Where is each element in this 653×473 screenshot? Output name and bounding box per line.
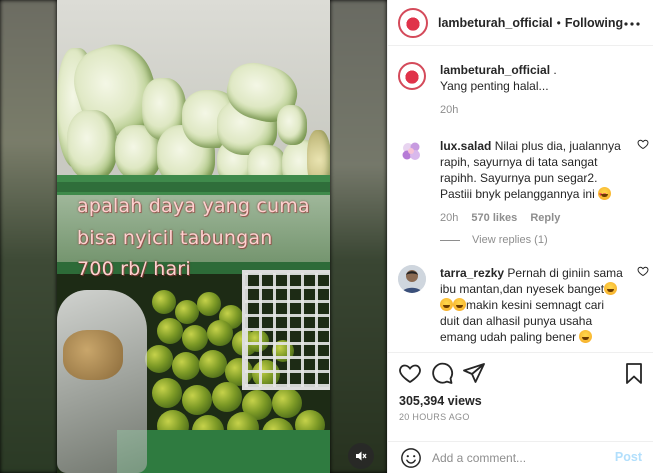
view-replies-label: View replies (1): [472, 234, 548, 246]
orange: [207, 320, 233, 346]
post-timestamp[interactable]: 20 HOURS AGO: [399, 412, 470, 422]
following-button[interactable]: Following: [565, 16, 623, 30]
blurred-background-left: [0, 0, 57, 473]
caption-text-line2: Yang penting halal...: [440, 79, 549, 93]
comments-list[interactable]: lambeturah_official . Yang penting halal…: [388, 46, 653, 352]
orange: [152, 378, 182, 408]
header-separator: •: [556, 15, 561, 30]
view-replies-button[interactable]: View replies (1): [440, 234, 548, 246]
orange: [182, 325, 208, 351]
orange: [152, 290, 176, 314]
caption-meta: 20h: [440, 102, 626, 118]
comment-likes[interactable]: 570 likes: [471, 212, 517, 224]
emoji-picker-icon[interactable]: [400, 447, 422, 469]
header-username[interactable]: lambeturah_official: [438, 16, 553, 30]
video-frame[interactable]: apalah daya yang cuma bisa nyicil tabung…: [57, 0, 330, 473]
share-icon[interactable]: [462, 361, 486, 385]
tarra-rezky-avatar-icon: [398, 265, 426, 293]
orange: [272, 388, 302, 418]
grinning-sweat-emoji-icon: [604, 282, 618, 295]
post-button[interactable]: Post: [615, 450, 642, 464]
lips-logo-icon: [402, 11, 424, 34]
video-caption-line-3: 700 rb/ hari: [77, 258, 191, 280]
orange: [182, 385, 212, 415]
comment-like-heart-icon[interactable]: [637, 265, 649, 277]
avatar[interactable]: [398, 7, 428, 38]
view-count[interactable]: 305,394 views: [399, 394, 482, 408]
plastic-crate: [242, 270, 330, 390]
cabbage: [277, 105, 307, 145]
blurred-background-right: [330, 0, 387, 473]
bookmark-icon[interactable]: [622, 361, 646, 385]
caption-body: lambeturah_official . Yang penting halal…: [440, 62, 626, 118]
lux-salad-avatar-icon: [402, 142, 420, 160]
lips-logo-icon: [401, 65, 423, 87]
comment-time[interactable]: 20h: [440, 212, 458, 224]
comment-meta: 20h 570 likes Reply: [440, 210, 626, 226]
orange: [197, 292, 221, 316]
orange: [172, 352, 200, 380]
reply-button[interactable]: Reply: [530, 212, 560, 224]
comment-like-heart-icon[interactable]: [637, 138, 649, 150]
avatar[interactable]: [398, 265, 426, 293]
caption-username[interactable]: lambeturah_official: [440, 63, 550, 77]
view-replies-divider: [440, 239, 460, 241]
grinning-sweat-emoji-icon: [453, 298, 466, 311]
speaker-muted-icon: [356, 451, 367, 461]
more-horizontal-icon[interactable]: [624, 14, 640, 26]
avatar[interactable]: [398, 138, 426, 166]
avatar[interactable]: [398, 62, 426, 90]
heart-icon[interactable]: [398, 361, 422, 385]
post-header: lambeturah_official • Following: [388, 0, 653, 46]
orange: [199, 350, 227, 378]
heart-eyes-emoji-icon: [598, 187, 612, 203]
plastic-bag: [57, 290, 147, 473]
video-caption-line-2: bisa nyicil tabungan: [77, 227, 273, 249]
shelf-bottom: [117, 430, 330, 473]
ginger: [63, 330, 123, 380]
comment-icon[interactable]: [430, 361, 454, 385]
comment-username[interactable]: lux.salad: [440, 139, 491, 153]
grinning-sweat-emoji-icon: [440, 298, 453, 311]
comment-body: lux.salad Nilai plus dia, jualannya rapi…: [440, 138, 626, 226]
orange: [157, 318, 183, 344]
shelf-edge: [57, 182, 330, 192]
post-media[interactable]: apalah daya yang cuma bisa nyicil tabung…: [0, 0, 387, 473]
caption-time[interactable]: 20h: [440, 104, 458, 116]
mute-button[interactable]: [348, 443, 374, 469]
comment-body: tarra_rezky Pernah di giniin sama ibu ma…: [440, 265, 626, 345]
caption-text: .: [550, 63, 557, 77]
action-bar: [388, 352, 653, 392]
grinning-sweat-emoji-icon: [579, 330, 593, 343]
comment-username[interactable]: tarra_rezky: [440, 266, 504, 280]
orange: [145, 345, 173, 373]
cabbage: [67, 110, 117, 180]
add-comment-bar: Post: [388, 441, 653, 473]
comment-input[interactable]: [432, 449, 602, 467]
orange: [212, 382, 242, 412]
video-caption-line-1: apalah daya yang cuma: [77, 195, 310, 217]
post-side-panel: lambeturah_official • Following lambetur…: [387, 0, 653, 473]
